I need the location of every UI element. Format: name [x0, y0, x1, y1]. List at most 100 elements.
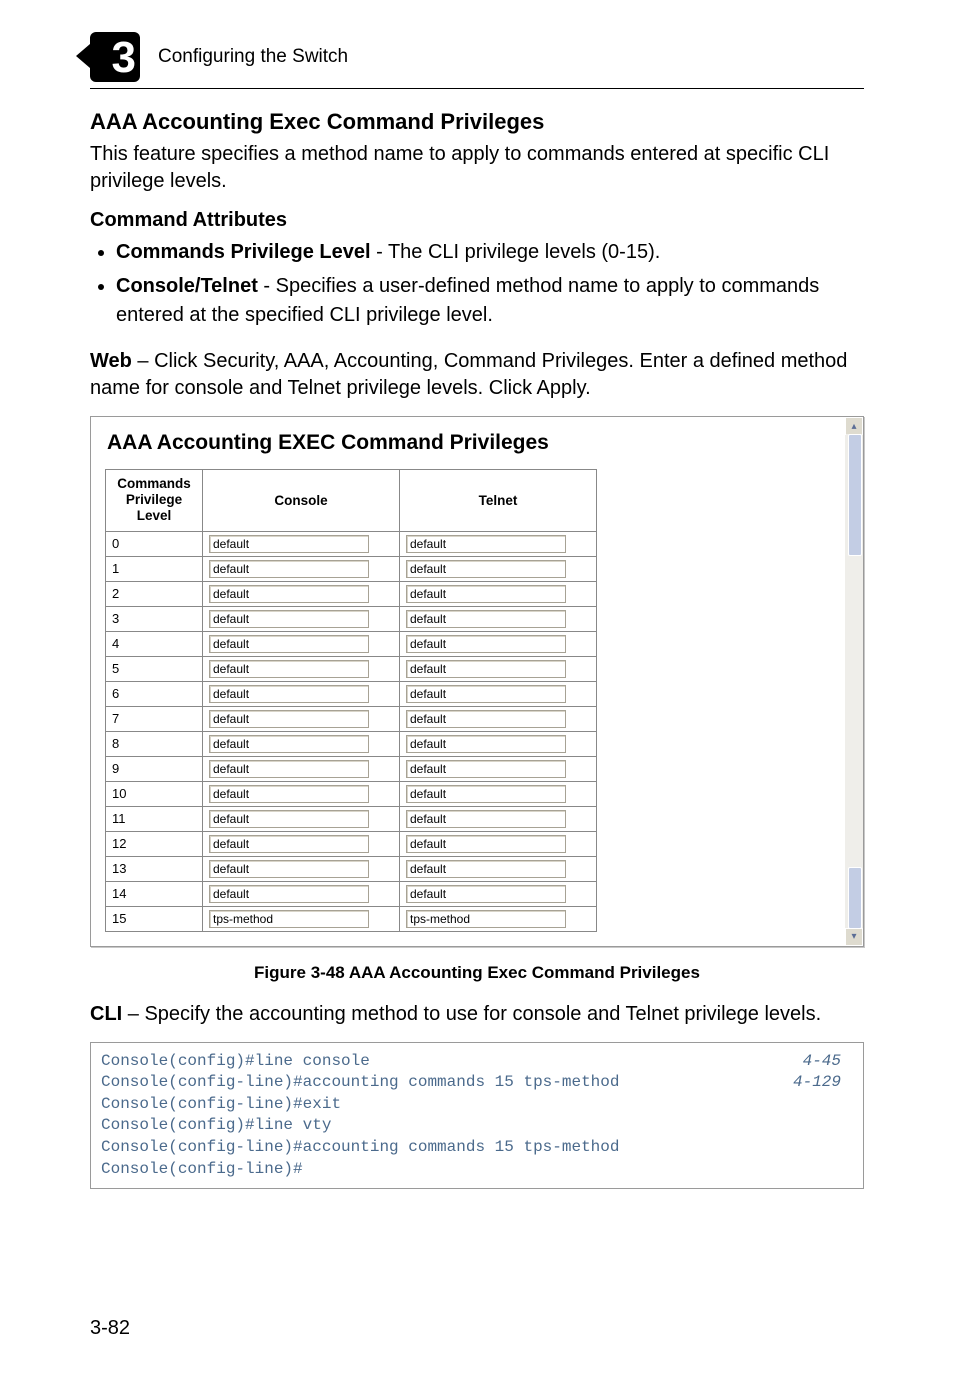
- cell-console: [203, 831, 400, 856]
- header-rule: [90, 88, 864, 89]
- cli-line: Console(config-line)#: [101, 1159, 853, 1181]
- cell-level: 1: [106, 556, 203, 581]
- attr-label: Console/Telnet: [116, 275, 258, 297]
- cell-console: [203, 606, 400, 631]
- scroll-thumb[interactable]: [848, 434, 862, 556]
- table-row: 3: [106, 606, 597, 631]
- console-input[interactable]: [209, 835, 369, 853]
- telnet-input[interactable]: [406, 910, 566, 928]
- console-input[interactable]: [209, 885, 369, 903]
- cell-telnet: [400, 656, 597, 681]
- chapter-badge-icon: 3: [90, 32, 140, 82]
- cli-output-box: Console(config)#line console4-45Console(…: [90, 1042, 864, 1190]
- cell-telnet: [400, 756, 597, 781]
- telnet-input[interactable]: [406, 535, 566, 553]
- cell-telnet: [400, 556, 597, 581]
- cell-level: 0: [106, 531, 203, 556]
- cell-telnet: [400, 581, 597, 606]
- table-row: 1: [106, 556, 597, 581]
- console-input[interactable]: [209, 610, 369, 628]
- section-intro: This feature specifies a method name to …: [90, 141, 864, 195]
- scroll-track[interactable]: [846, 434, 862, 929]
- console-input[interactable]: [209, 585, 369, 603]
- cell-level: 15: [106, 906, 203, 931]
- telnet-input[interactable]: [406, 610, 566, 628]
- cli-prefix: CLI: [90, 1003, 122, 1025]
- cell-telnet: [400, 906, 597, 931]
- telnet-input[interactable]: [406, 735, 566, 753]
- console-input[interactable]: [209, 685, 369, 703]
- cell-telnet: [400, 731, 597, 756]
- page-number: 3-82: [90, 1317, 130, 1340]
- scroll-down-button[interactable]: ▾: [845, 928, 863, 946]
- figure-caption: Figure 3-48 AAA Accounting Exec Command …: [90, 963, 864, 983]
- telnet-input[interactable]: [406, 810, 566, 828]
- console-input[interactable]: [209, 710, 369, 728]
- console-input[interactable]: [209, 785, 369, 803]
- cli-reference: 4-129: [793, 1072, 841, 1094]
- console-input[interactable]: [209, 635, 369, 653]
- cell-level: 10: [106, 781, 203, 806]
- attr-item-privilege-level: Commands Privilege Level - The CLI privi…: [116, 238, 864, 267]
- cell-telnet: [400, 831, 597, 856]
- table-row: 8: [106, 731, 597, 756]
- cell-level: 13: [106, 856, 203, 881]
- telnet-input[interactable]: [406, 885, 566, 903]
- cell-level: 12: [106, 831, 203, 856]
- console-input[interactable]: [209, 660, 369, 678]
- cli-command: Console(config-line)#accounting commands…: [101, 1073, 619, 1091]
- cell-level: 9: [106, 756, 203, 781]
- cell-telnet: [400, 631, 597, 656]
- cli-line: Console(config)#line vty: [101, 1115, 853, 1137]
- cell-console: [203, 856, 400, 881]
- cell-level: 4: [106, 631, 203, 656]
- cli-line: Console(config-line)#exit: [101, 1094, 853, 1116]
- cli-reference: 4-45: [803, 1051, 841, 1073]
- telnet-input[interactable]: [406, 860, 566, 878]
- cell-console: [203, 756, 400, 781]
- cli-command: Console(config-line)#accounting commands…: [101, 1138, 619, 1156]
- console-input[interactable]: [209, 910, 369, 928]
- telnet-input[interactable]: [406, 660, 566, 678]
- telnet-input[interactable]: [406, 835, 566, 853]
- cell-console: [203, 806, 400, 831]
- console-input[interactable]: [209, 760, 369, 778]
- cli-command: Console(config-line)#exit: [101, 1095, 341, 1113]
- scroll-up-button[interactable]: ▴: [845, 417, 863, 435]
- telnet-input[interactable]: [406, 585, 566, 603]
- cell-telnet: [400, 531, 597, 556]
- table-row: 10: [106, 781, 597, 806]
- telnet-input[interactable]: [406, 635, 566, 653]
- cli-line: Console(config-line)#accounting commands…: [101, 1072, 853, 1094]
- console-input[interactable]: [209, 735, 369, 753]
- cell-console: [203, 906, 400, 931]
- command-attributes-heading: Command Attributes: [90, 209, 864, 232]
- telnet-input[interactable]: [406, 760, 566, 778]
- cli-command: Console(config)#line vty: [101, 1116, 331, 1134]
- console-input[interactable]: [209, 560, 369, 578]
- console-input[interactable]: [209, 810, 369, 828]
- console-input[interactable]: [209, 860, 369, 878]
- cell-console: [203, 556, 400, 581]
- telnet-input[interactable]: [406, 710, 566, 728]
- table-row: 14: [106, 881, 597, 906]
- console-input[interactable]: [209, 535, 369, 553]
- cell-level: 7: [106, 706, 203, 731]
- telnet-input[interactable]: [406, 685, 566, 703]
- cell-level: 6: [106, 681, 203, 706]
- cell-telnet: [400, 781, 597, 806]
- section-heading: AAA Accounting Exec Command Privileges: [90, 109, 864, 135]
- cell-console: [203, 881, 400, 906]
- telnet-input[interactable]: [406, 560, 566, 578]
- cell-console: [203, 656, 400, 681]
- attr-desc: - The CLI privilege levels (0-15).: [371, 241, 661, 263]
- web-prefix: Web: [90, 350, 132, 372]
- table-row: 9: [106, 756, 597, 781]
- telnet-input[interactable]: [406, 785, 566, 803]
- screenshot-scrollbar[interactable]: ▴ ▾: [844, 417, 863, 946]
- cell-telnet: [400, 881, 597, 906]
- scroll-thumb-lower[interactable]: [848, 867, 862, 929]
- table-row: 0: [106, 531, 597, 556]
- screenshot-title: AAA Accounting EXEC Command Privileges: [107, 431, 849, 455]
- col-header-telnet: Telnet: [400, 470, 597, 532]
